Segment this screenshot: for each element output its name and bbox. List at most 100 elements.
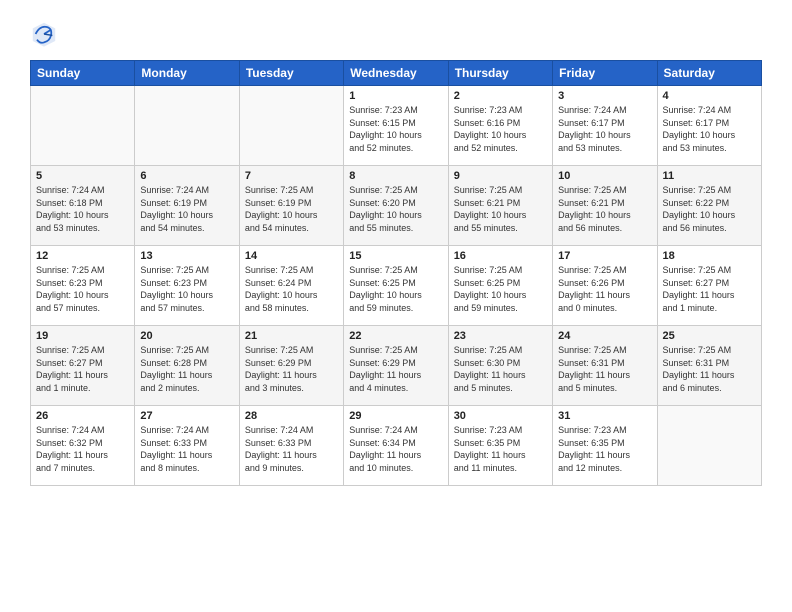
day-info: Sunrise: 7:25 AM Sunset: 6:31 PM Dayligh… <box>558 344 651 394</box>
day-number: 13 <box>140 250 233 262</box>
day-info: Sunrise: 7:24 AM Sunset: 6:34 PM Dayligh… <box>349 424 442 474</box>
calendar-cell: 7 Sunrise: 7:25 AM Sunset: 6:19 PM Daylig… <box>239 166 343 246</box>
calendar-cell: 16 Sunrise: 7:25 AM Sunset: 6:25 PM Dayli… <box>448 246 552 326</box>
calendar-cell: 24 Sunrise: 7:25 AM Sunset: 6:31 PM Dayli… <box>553 326 657 406</box>
logo <box>30 20 62 48</box>
day-info: Sunrise: 7:24 AM Sunset: 6:17 PM Dayligh… <box>558 104 651 154</box>
calendar-cell: 27 Sunrise: 7:24 AM Sunset: 6:33 PM Dayli… <box>135 406 239 486</box>
day-number: 18 <box>663 250 756 262</box>
day-info: Sunrise: 7:25 AM Sunset: 6:22 PM Dayligh… <box>663 184 756 234</box>
day-header-monday: Monday <box>135 61 239 86</box>
day-info: Sunrise: 7:25 AM Sunset: 6:23 PM Dayligh… <box>36 264 129 314</box>
calendar-cell: 29 Sunrise: 7:24 AM Sunset: 6:34 PM Dayli… <box>344 406 448 486</box>
day-info: Sunrise: 7:23 AM Sunset: 6:16 PM Dayligh… <box>454 104 547 154</box>
day-number: 22 <box>349 330 442 342</box>
calendar-cell: 19 Sunrise: 7:25 AM Sunset: 6:27 PM Dayli… <box>31 326 135 406</box>
day-info: Sunrise: 7:23 AM Sunset: 6:15 PM Dayligh… <box>349 104 442 154</box>
day-number: 12 <box>36 250 129 262</box>
day-info: Sunrise: 7:24 AM Sunset: 6:17 PM Dayligh… <box>663 104 756 154</box>
day-number: 7 <box>245 170 338 182</box>
day-info: Sunrise: 7:25 AM Sunset: 6:20 PM Dayligh… <box>349 184 442 234</box>
day-number: 21 <box>245 330 338 342</box>
day-header-thursday: Thursday <box>448 61 552 86</box>
day-number: 26 <box>36 410 129 422</box>
day-info: Sunrise: 7:25 AM Sunset: 6:25 PM Dayligh… <box>349 264 442 314</box>
calendar-cell: 12 Sunrise: 7:25 AM Sunset: 6:23 PM Dayli… <box>31 246 135 326</box>
calendar-cell: 25 Sunrise: 7:25 AM Sunset: 6:31 PM Dayli… <box>657 326 761 406</box>
calendar-cell <box>31 86 135 166</box>
calendar-cell: 26 Sunrise: 7:24 AM Sunset: 6:32 PM Dayli… <box>31 406 135 486</box>
day-info: Sunrise: 7:25 AM Sunset: 6:25 PM Dayligh… <box>454 264 547 314</box>
calendar-header <box>30 20 762 48</box>
calendar-cell: 31 Sunrise: 7:23 AM Sunset: 6:35 PM Dayli… <box>553 406 657 486</box>
day-info: Sunrise: 7:23 AM Sunset: 6:35 PM Dayligh… <box>558 424 651 474</box>
day-header-wednesday: Wednesday <box>344 61 448 86</box>
day-number: 19 <box>36 330 129 342</box>
day-number: 16 <box>454 250 547 262</box>
calendar-cell: 3 Sunrise: 7:24 AM Sunset: 6:17 PM Daylig… <box>553 86 657 166</box>
day-number: 20 <box>140 330 233 342</box>
day-info: Sunrise: 7:25 AM Sunset: 6:29 PM Dayligh… <box>349 344 442 394</box>
day-number: 1 <box>349 90 442 102</box>
day-number: 5 <box>36 170 129 182</box>
day-info: Sunrise: 7:24 AM Sunset: 6:19 PM Dayligh… <box>140 184 233 234</box>
day-info: Sunrise: 7:25 AM Sunset: 6:21 PM Dayligh… <box>558 184 651 234</box>
calendar-cell: 5 Sunrise: 7:24 AM Sunset: 6:18 PM Daylig… <box>31 166 135 246</box>
calendar-cell: 10Sunrise: 7:25 AM Sunset: 6:21 PM Dayli… <box>553 166 657 246</box>
day-number: 31 <box>558 410 651 422</box>
day-info: Sunrise: 7:25 AM Sunset: 6:30 PM Dayligh… <box>454 344 547 394</box>
calendar-cell <box>135 86 239 166</box>
day-info: Sunrise: 7:25 AM Sunset: 6:31 PM Dayligh… <box>663 344 756 394</box>
calendar-week-1: 1 Sunrise: 7:23 AM Sunset: 6:15 PM Daylig… <box>31 86 762 166</box>
day-header-tuesday: Tuesday <box>239 61 343 86</box>
day-number: 14 <box>245 250 338 262</box>
calendar-cell <box>657 406 761 486</box>
calendar-week-2: 5 Sunrise: 7:24 AM Sunset: 6:18 PM Daylig… <box>31 166 762 246</box>
day-number: 3 <box>558 90 651 102</box>
day-info: Sunrise: 7:25 AM Sunset: 6:21 PM Dayligh… <box>454 184 547 234</box>
calendar-cell: 13 Sunrise: 7:25 AM Sunset: 6:23 PM Dayli… <box>135 246 239 326</box>
calendar-cell: 28Sunrise: 7:24 AM Sunset: 6:33 PM Dayli… <box>239 406 343 486</box>
day-number: 4 <box>663 90 756 102</box>
calendar-week-5: 26 Sunrise: 7:24 AM Sunset: 6:32 PM Dayli… <box>31 406 762 486</box>
calendar-cell: 20 Sunrise: 7:25 AM Sunset: 6:28 PM Dayli… <box>135 326 239 406</box>
day-number: 29 <box>349 410 442 422</box>
calendar-cell: 8 Sunrise: 7:25 AM Sunset: 6:20 PM Daylig… <box>344 166 448 246</box>
day-number: 28 <box>245 410 338 422</box>
day-number: 2 <box>454 90 547 102</box>
calendar-cell: 2 Sunrise: 7:23 AM Sunset: 6:16 PM Daylig… <box>448 86 552 166</box>
day-info: Sunrise: 7:25 AM Sunset: 6:28 PM Dayligh… <box>140 344 233 394</box>
day-number: 15 <box>349 250 442 262</box>
day-header-saturday: Saturday <box>657 61 761 86</box>
calendar-cell: 30 Sunrise: 7:23 AM Sunset: 6:35 PM Dayli… <box>448 406 552 486</box>
calendar-cell: 22 Sunrise: 7:25 AM Sunset: 6:29 PM Dayli… <box>344 326 448 406</box>
day-info: Sunrise: 7:23 AM Sunset: 6:35 PM Dayligh… <box>454 424 547 474</box>
calendar-cell: 4 Sunrise: 7:24 AM Sunset: 6:17 PM Daylig… <box>657 86 761 166</box>
day-info: Sunrise: 7:24 AM Sunset: 6:33 PM Dayligh… <box>140 424 233 474</box>
day-info: Sunrise: 7:24 AM Sunset: 6:32 PM Dayligh… <box>36 424 129 474</box>
day-number: 8 <box>349 170 442 182</box>
day-info: Sunrise: 7:25 AM Sunset: 6:24 PM Dayligh… <box>245 264 338 314</box>
calendar-cell: 17Sunrise: 7:25 AM Sunset: 6:26 PM Dayli… <box>553 246 657 326</box>
day-number: 27 <box>140 410 233 422</box>
calendar-cell: 14 Sunrise: 7:25 AM Sunset: 6:24 PM Dayli… <box>239 246 343 326</box>
calendar-page: SundayMondayTuesdayWednesdayThursdayFrid… <box>0 0 792 501</box>
calendar-cell: 21 Sunrise: 7:25 AM Sunset: 6:29 PM Dayli… <box>239 326 343 406</box>
day-number: 24 <box>558 330 651 342</box>
calendar-header-row: SundayMondayTuesdayWednesdayThursdayFrid… <box>31 61 762 86</box>
day-number: 25 <box>663 330 756 342</box>
day-info: Sunrise: 7:25 AM Sunset: 6:26 PM Dayligh… <box>558 264 651 314</box>
calendar-cell: 1 Sunrise: 7:23 AM Sunset: 6:15 PM Daylig… <box>344 86 448 166</box>
calendar-week-3: 12 Sunrise: 7:25 AM Sunset: 6:23 PM Dayli… <box>31 246 762 326</box>
day-info: Sunrise: 7:25 AM Sunset: 6:19 PM Dayligh… <box>245 184 338 234</box>
calendar-cell: 6Sunrise: 7:24 AM Sunset: 6:19 PM Daylig… <box>135 166 239 246</box>
day-number: 9 <box>454 170 547 182</box>
day-info: Sunrise: 7:24 AM Sunset: 6:18 PM Dayligh… <box>36 184 129 234</box>
calendar-cell <box>239 86 343 166</box>
calendar-cell: 9 Sunrise: 7:25 AM Sunset: 6:21 PM Daylig… <box>448 166 552 246</box>
day-info: Sunrise: 7:25 AM Sunset: 6:27 PM Dayligh… <box>36 344 129 394</box>
day-info: Sunrise: 7:25 AM Sunset: 6:29 PM Dayligh… <box>245 344 338 394</box>
day-info: Sunrise: 7:25 AM Sunset: 6:23 PM Dayligh… <box>140 264 233 314</box>
calendar-cell: 23Sunrise: 7:25 AM Sunset: 6:30 PM Dayli… <box>448 326 552 406</box>
day-number: 30 <box>454 410 547 422</box>
